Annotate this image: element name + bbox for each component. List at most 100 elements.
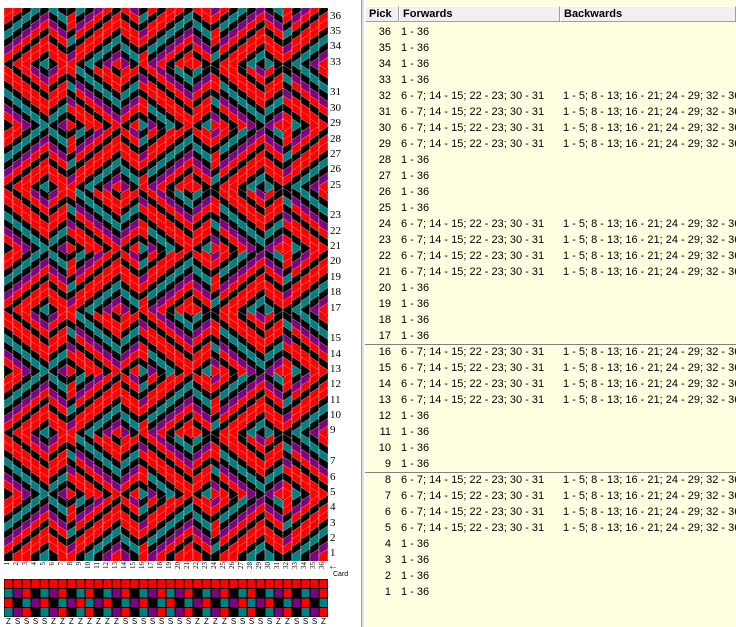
table-row[interactable]: 23 6 - 7; 14 - 15; 22 - 23; 30 - 31 1 - 5;… — [365, 232, 736, 248]
twist-label: Z — [195, 617, 200, 626]
table-row[interactable]: 33 1 - 36 — [365, 72, 736, 88]
table-row[interactable]: 21 6 - 7; 14 - 15; 22 - 23; 30 - 31 1 - 5;… — [365, 264, 736, 280]
twist-label: S — [293, 617, 300, 626]
table-row[interactable]: 18 1 - 36 — [365, 312, 736, 328]
table-row[interactable]: 13 6 - 7; 14 - 15; 22 - 23; 30 - 31 1 - 5;… — [365, 392, 736, 408]
card-number-label: 36 — [318, 562, 326, 569]
table-row[interactable]: 25 1 - 36 — [365, 200, 736, 216]
table-row[interactable]: 9 1 - 36 — [365, 456, 736, 472]
table-row[interactable]: 29 6 - 7; 14 - 15; 22 - 23; 30 - 31 1 - 5;… — [365, 136, 736, 152]
threading-cell — [13, 579, 22, 588]
table-row[interactable]: 35 1 - 36 — [365, 40, 736, 56]
table-row[interactable]: 32 6 - 7; 14 - 15; 22 - 23; 30 - 31 1 - 5;… — [365, 88, 736, 104]
table-row[interactable]: 8 6 - 7; 14 - 15; 22 - 23; 30 - 31 1 - 5; … — [365, 472, 736, 488]
threading-cell — [4, 589, 13, 598]
table-row[interactable]: 24 6 - 7; 14 - 15; 22 - 23; 30 - 31 1 - 5;… — [365, 216, 736, 232]
threading-cell — [319, 608, 328, 617]
threading-cell — [85, 598, 94, 607]
table-row[interactable]: 19 1 - 36 — [365, 296, 736, 312]
table-row[interactable]: 26 1 - 36 — [365, 184, 736, 200]
pick-cell: 13 — [378, 394, 391, 406]
threading-cell — [229, 598, 238, 607]
threading-cell — [103, 608, 112, 617]
pick-cell: 16 — [378, 346, 391, 358]
pick-cell: 36 — [378, 26, 391, 38]
threading-cell — [148, 608, 157, 617]
forwards-cell: 6 - 7; 14 - 15; 22 - 23; 30 - 31 — [401, 506, 545, 518]
table-row[interactable]: 30 6 - 7; 14 - 15; 22 - 23; 30 - 31 1 - 5;… — [365, 120, 736, 136]
forwards-cell: 6 - 7; 14 - 15; 22 - 23; 30 - 31 — [401, 106, 545, 118]
backwards-cell: 1 - 5; 8 - 13; 16 - 21; 24 - 29; 32 - 36 — [563, 106, 736, 118]
table-row[interactable]: 34 1 - 36 — [365, 56, 736, 72]
table-row[interactable]: 11 1 - 36 — [365, 424, 736, 440]
table-row[interactable]: 36 1 - 36 — [365, 24, 736, 40]
twist-label: Z — [60, 617, 65, 626]
threading-cell — [193, 598, 202, 607]
forwards-cell: 1 - 36 — [401, 298, 430, 310]
table-row[interactable]: 5 6 - 7; 14 - 15; 22 - 23; 30 - 31 1 - 5; … — [365, 520, 736, 536]
table-row[interactable]: 10 1 - 36 — [365, 440, 736, 456]
threading-cell — [103, 579, 112, 588]
pick-label: 6 — [330, 470, 336, 483]
table-row[interactable]: 16 6 - 7; 14 - 15; 22 - 23; 30 - 31 1 - 5;… — [365, 344, 736, 360]
table-row[interactable]: 7 6 - 7; 14 - 15; 22 - 23; 30 - 31 1 - 5; … — [365, 488, 736, 504]
woven-band-preview[interactable] — [4, 8, 328, 561]
threading-cell — [184, 589, 193, 598]
table-row[interactable]: 14 6 - 7; 14 - 15; 22 - 23; 30 - 31 1 - 5;… — [365, 376, 736, 392]
threading-cell — [112, 608, 121, 617]
threading-cell — [148, 598, 157, 607]
header-forwards[interactable]: Forwards — [399, 6, 560, 22]
forwards-cell: 1 - 36 — [401, 170, 430, 182]
threading-chart[interactable] — [4, 579, 328, 617]
forwards-cell: 6 - 7; 14 - 15; 22 - 23; 30 - 31 — [401, 234, 545, 246]
threading-cell — [148, 579, 157, 588]
forwards-cell: 6 - 7; 14 - 15; 22 - 23; 30 - 31 — [401, 522, 545, 534]
threading-cell — [220, 589, 229, 598]
threading-cell — [184, 598, 193, 607]
table-row[interactable]: 2 1 - 36 — [365, 568, 736, 584]
threading-cell — [31, 608, 40, 617]
turning-table-body: 36 1 - 36 35 1 - 36 34 1 - 36 33 1 - 36 32 6 - 7;… — [365, 24, 736, 600]
threading-cell — [220, 608, 229, 617]
pick-cell: 35 — [378, 42, 391, 54]
table-row[interactable]: 20 1 - 36 — [365, 280, 736, 296]
card-axis-label: Card — [333, 571, 349, 578]
forwards-cell: 6 - 7; 14 - 15; 22 - 23; 30 - 31 — [401, 346, 545, 358]
twist-label: S — [158, 617, 165, 626]
table-row[interactable]: 17 1 - 36 — [365, 328, 736, 344]
pick-label: 31 — [330, 86, 341, 99]
table-row[interactable]: 15 6 - 7; 14 - 15; 22 - 23; 30 - 31 1 - 5;… — [365, 360, 736, 376]
pick-label: 5 — [330, 485, 336, 498]
forwards-cell: 1 - 36 — [401, 538, 430, 550]
threading-cell — [94, 579, 103, 588]
backwards-cell: 1 - 5; 8 - 13; 16 - 21; 24 - 29; 32 - 36 — [563, 122, 736, 134]
pick-label: 20 — [330, 255, 341, 268]
twist-label: S — [23, 617, 30, 626]
threading-cell — [4, 608, 13, 617]
pick-label: 34 — [330, 40, 341, 53]
threading-cell — [139, 608, 148, 617]
table-row[interactable]: 28 1 - 36 — [365, 152, 736, 168]
pick-cell: 20 — [378, 282, 391, 294]
table-row[interactable]: 31 6 - 7; 14 - 15; 22 - 23; 30 - 31 1 - 5;… — [365, 104, 736, 120]
table-row[interactable]: 4 1 - 36 — [365, 536, 736, 552]
twist-label: Z — [96, 617, 101, 626]
backwards-cell: 1 - 5; 8 - 13; 16 - 21; 24 - 29; 32 - 36 — [563, 346, 736, 358]
table-row[interactable]: 27 1 - 36 — [365, 168, 736, 184]
threading-cell — [67, 598, 76, 607]
threading-cell — [301, 598, 310, 607]
table-row[interactable]: 3 1 - 36 — [365, 552, 736, 568]
pick-label: 3 — [330, 516, 336, 529]
twist-label: S — [176, 617, 183, 626]
pick-number-axis: 36 35 34 33 31 30 29 28 27 26 25 23 22 21 20 19 18 17 15 14… — [329, 8, 361, 561]
table-row[interactable]: 1 1 - 36 — [365, 584, 736, 600]
threading-cell — [49, 589, 58, 598]
threading-cell — [157, 608, 166, 617]
table-row[interactable]: 12 1 - 36 — [365, 408, 736, 424]
table-row[interactable]: 22 6 - 7; 14 - 15; 22 - 23; 30 - 31 1 - 5;… — [365, 248, 736, 264]
header-pick[interactable]: Pick — [365, 6, 399, 22]
table-row[interactable]: 6 6 - 7; 14 - 15; 22 - 23; 30 - 31 1 - 5; … — [365, 504, 736, 520]
threading-cell — [85, 608, 94, 617]
twist-label: S — [122, 617, 129, 626]
header-backwards[interactable]: Backwards — [560, 6, 736, 22]
